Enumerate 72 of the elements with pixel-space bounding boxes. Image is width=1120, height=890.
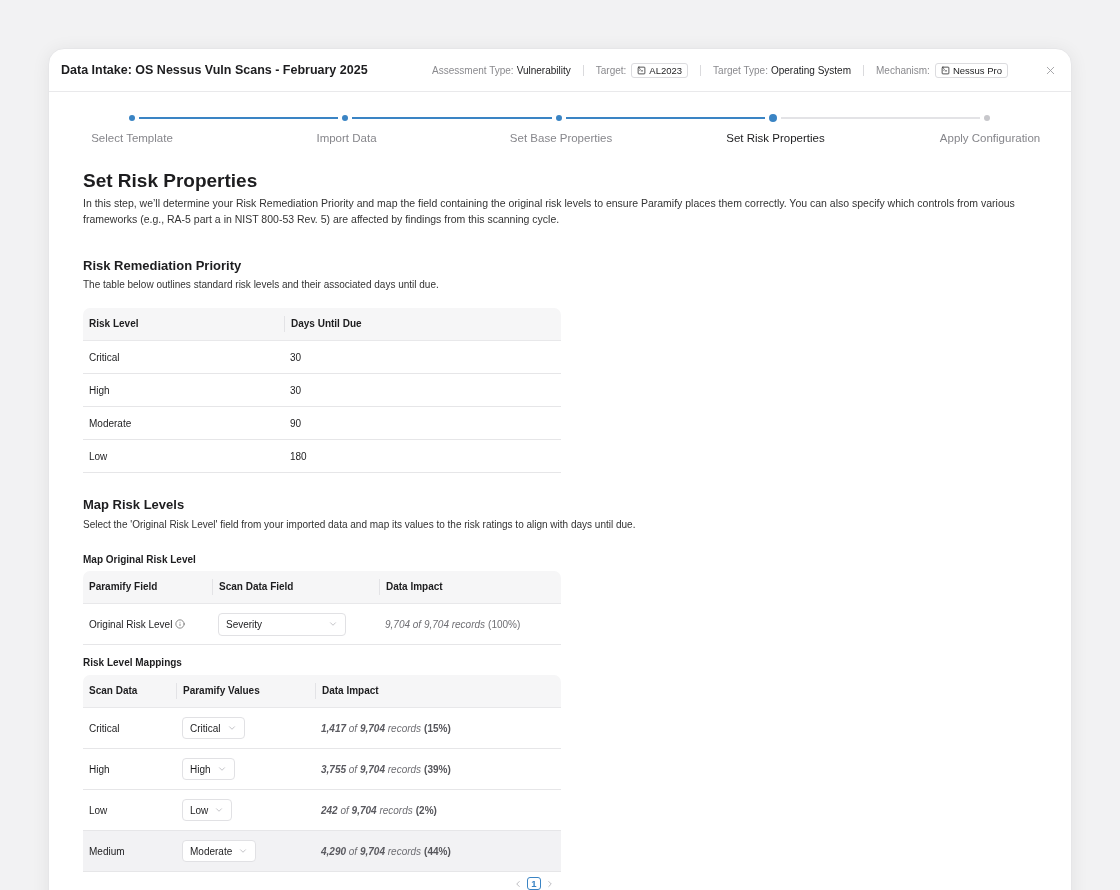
table-cell-text: 90 — [289, 417, 303, 429]
meta-value: Vulnerability — [516, 64, 571, 76]
column-header: Paramify Field — [88, 580, 159, 594]
section-description: Select the 'Original Risk Level' field from your imported data and map its values to the risk ratings to align with days until due. — [83, 518, 637, 532]
table-cell: Medium — [89, 845, 125, 857]
table-cell-text: High — [88, 384, 111, 396]
table-cell: Critical — [89, 722, 120, 734]
intro-paragraph: In this step, we’ll determine your Risk Remediation Priority and map the field containing the original risk levels to ensure Paramify places them correctly. You can also specify which controls from various frameworks (e.g., RA-5 part a in NIST 800-53 Rev. 5) are affected by findings from this scanning cycle. — [83, 196, 1016, 227]
column-header: Scan Data Field — [212, 579, 379, 595]
risk-value-select[interactable]: Moderate — [182, 840, 257, 862]
table-cell: Original Risk Level — [89, 618, 173, 630]
impact-text: 4,290 of 9,704 records — [321, 845, 422, 857]
dialog-title: Data Intake: OS Nessus Vuln Scans - February 2025 — [61, 63, 368, 77]
impact-share: (2%) — [415, 804, 437, 816]
scan-field-select[interactable]: Severity — [218, 612, 346, 636]
page-heading: Set Risk Properties — [83, 170, 259, 192]
column-header: Scan Data — [88, 684, 139, 698]
impact-text: 9,704 of 9,704 records — [385, 618, 486, 630]
chip-label: Nessus Pro — [952, 64, 1002, 76]
terminal-icon — [940, 65, 950, 75]
impact-share: (39%) — [424, 763, 451, 775]
table-cell: High — [89, 763, 110, 775]
table-title: Risk Level Mappings — [83, 656, 183, 670]
column-header: Paramify Values — [176, 683, 315, 699]
table-cell-text: 30 — [289, 351, 303, 363]
section-heading: Map Risk Levels — [83, 497, 186, 513]
chevron-down-icon — [238, 846, 249, 856]
chevron-down-icon — [328, 619, 338, 629]
chevron-left-icon — [513, 878, 523, 889]
column-header: Data Impact — [379, 579, 561, 595]
meta-label: Assessment Type: — [432, 64, 514, 76]
terminal-icon — [637, 65, 647, 75]
step-label[interactable]: Set Risk Properties — [689, 131, 862, 145]
risk-value-select[interactable]: High — [182, 758, 235, 780]
column-header: Risk Level — [88, 317, 140, 331]
meta-label: Target Type: — [713, 64, 768, 76]
table-cell-text: Low — [88, 450, 109, 462]
step-label[interactable]: Apply Configuration — [904, 131, 1076, 145]
step-label[interactable]: Select Template — [46, 131, 218, 145]
chevron-down-icon — [214, 805, 225, 815]
risk-value-select[interactable]: Critical — [182, 717, 245, 739]
chevron-down-icon — [216, 764, 227, 774]
previous-page-button[interactable] — [513, 878, 523, 889]
chevron-down-icon — [226, 723, 237, 733]
column-header: Days Until Due — [284, 316, 561, 332]
next-page-button[interactable] — [545, 878, 555, 889]
section-description: The table below outlines standard risk levels and their associated days until due. — [83, 278, 440, 292]
impact-share: (100%) — [488, 618, 521, 630]
meta-value: Operating System — [770, 64, 851, 76]
info-icon[interactable] — [175, 619, 186, 629]
chevron-right-icon — [545, 878, 555, 889]
risk-value-select[interactable]: Low — [182, 799, 233, 821]
meta-label: Mechanism: — [876, 64, 930, 76]
table-cell: Low — [89, 804, 108, 816]
impact-text: 242 of 9,704 records — [321, 804, 413, 816]
page-button[interactable]: 1 — [527, 877, 541, 890]
step-label[interactable]: Import Data — [260, 131, 433, 145]
impact-share: (15%) — [424, 722, 451, 734]
table-cell-text: Critical — [88, 351, 121, 363]
step-label[interactable]: Set Base Properties — [475, 131, 647, 145]
table-title: Map Original Risk Level — [83, 553, 197, 567]
table-cell-text: Moderate — [88, 417, 133, 429]
table-cell-text: 30 — [289, 384, 303, 396]
column-header: Data Impact — [315, 683, 561, 699]
meta-label: Target: — [595, 64, 627, 76]
impact-text: 3,755 of 9,704 records — [321, 763, 422, 775]
table-row[interactable]: Medium Moderate 4,290 of 9,704 records (44%) — [83, 831, 561, 872]
impact-text: 1,417 of 9,704 records — [321, 722, 422, 734]
chip-label: AL2023 — [649, 64, 683, 76]
table-cell-text: 180 — [289, 450, 308, 462]
impact-share: (44%) — [424, 845, 451, 857]
section-heading: Risk Remediation Priority — [83, 258, 243, 274]
